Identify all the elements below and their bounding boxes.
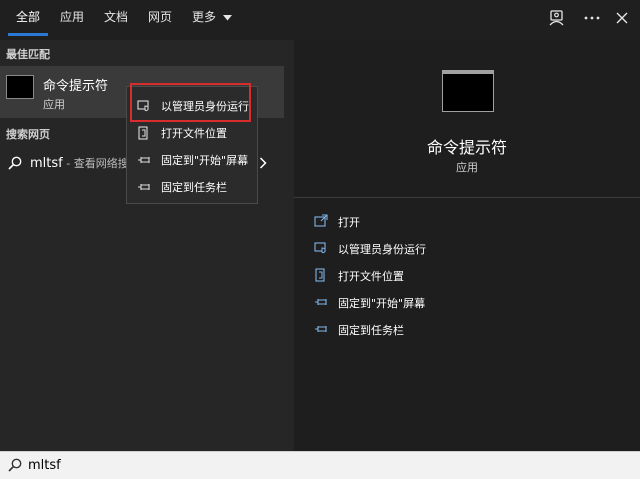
best-match-heading: 最佳匹配 [6, 48, 50, 61]
tab-more-label: 更多 [192, 10, 217, 24]
action-run-as-admin[interactable]: 以管理员身份运行 [294, 236, 640, 262]
context-menu-open-file-location[interactable]: 打开文件位置 [127, 121, 257, 145]
search-filter-bar: 全部 应用 文档 网页 更多 [0, 0, 640, 40]
pin-icon [315, 299, 327, 305]
context-menu: 以管理员身份运行 打开文件位置 固定到"开始"屏幕 固定到任务栏 [126, 86, 258, 204]
more-options-icon[interactable] [582, 8, 602, 28]
web-search-query: mltsf [30, 156, 63, 171]
action-open[interactable]: 打开 [294, 209, 640, 235]
search-icon [8, 156, 22, 170]
context-menu-pin-to-start[interactable]: 固定到"开始"屏幕 [127, 148, 257, 172]
action-pin-to-start[interactable]: 固定到"开始"屏幕 [294, 290, 640, 316]
tab-apps[interactable]: 应用 [60, 0, 84, 36]
action-label: 打开 [338, 216, 360, 229]
tab-web[interactable]: 网页 [148, 0, 172, 36]
pin-icon [138, 157, 150, 163]
context-menu-label: 以管理员身份运行 [161, 100, 249, 113]
web-search-text: mltsf - 查看网络搜 [30, 155, 129, 171]
tab-more[interactable]: 更多 [192, 0, 232, 36]
tab-all[interactable]: 全部 [16, 0, 40, 36]
search-icon [8, 458, 22, 472]
best-match-title: 命令提示符 [43, 79, 109, 94]
command-prompt-large-icon [442, 70, 494, 112]
preview-subtitle: 应用 [456, 161, 478, 174]
tab-documents[interactable]: 文档 [104, 0, 128, 36]
action-open-file-location[interactable]: 打开文件位置 [294, 263, 640, 289]
web-search-heading: 搜索网页 [6, 128, 50, 141]
caret-down-icon [222, 14, 232, 20]
search-input[interactable] [28, 455, 608, 475]
close-icon[interactable] [612, 8, 632, 28]
context-menu-label: 固定到"开始"屏幕 [161, 154, 249, 167]
pin-icon [315, 326, 327, 332]
pin-icon [138, 184, 150, 190]
shield-run-icon [137, 100, 149, 112]
active-tab-indicator [8, 33, 48, 36]
best-match-subtitle: 应用 [43, 98, 65, 111]
action-pin-to-taskbar[interactable]: 固定到任务栏 [294, 317, 640, 343]
action-label: 打开文件位置 [338, 270, 404, 283]
context-menu-label: 固定到任务栏 [161, 181, 227, 194]
folder-location-icon [138, 126, 148, 140]
web-search-hint: - 查看网络搜 [62, 157, 129, 170]
context-menu-label: 打开文件位置 [161, 127, 227, 140]
shield-run-icon [314, 242, 326, 254]
feedback-icon[interactable] [547, 8, 567, 28]
folder-location-icon [315, 268, 325, 282]
action-label: 固定到任务栏 [338, 324, 404, 337]
chevron-right-icon[interactable] [259, 157, 267, 169]
context-menu-run-as-admin[interactable]: 以管理员身份运行 [127, 94, 257, 118]
action-label: 以管理员身份运行 [338, 243, 426, 256]
search-box [0, 451, 640, 479]
preview-divider [294, 197, 640, 198]
action-label: 固定到"开始"屏幕 [338, 297, 426, 310]
preview-title: 命令提示符 [426, 138, 507, 157]
context-menu-pin-to-taskbar[interactable]: 固定到任务栏 [127, 175, 257, 199]
command-prompt-icon [6, 75, 34, 99]
open-icon [314, 214, 328, 227]
